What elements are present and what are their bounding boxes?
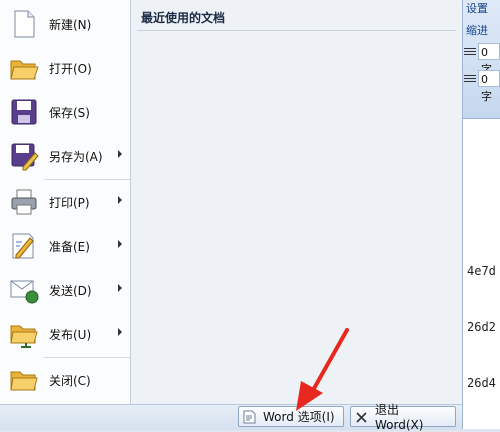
ribbon-tab-label[interactable]: 设置 [466, 0, 488, 16]
word-options-label: Word 选项(I) [263, 410, 335, 424]
menu-item-label: 发布(U) [49, 327, 92, 342]
menu-item-close[interactable]: 关闭(C) [0, 358, 130, 402]
menu-item-label: 关闭(C) [49, 373, 91, 388]
document-text-line: 26d4 [467, 376, 496, 390]
recent-documents-pane: 最近使用的文档 [131, 0, 462, 404]
menu-item-label: 新建(N) [49, 17, 92, 32]
menu-item-label: 发送(D) [49, 283, 92, 298]
menu-item-open[interactable]: 打开(O) [0, 46, 130, 90]
recent-documents-title: 最近使用的文档 [141, 11, 226, 25]
exit-word-button[interactable]: 退出 Word(X) [350, 403, 456, 432]
menu-item-new[interactable]: 新建(N) [0, 2, 130, 46]
document-text-line: 26d2 [467, 320, 496, 334]
word-options-button[interactable]: Word 选项(I) [238, 406, 344, 427]
menu-item-save-as[interactable]: 另存为(A) [0, 134, 130, 178]
menu-item-send[interactable]: 发送(D) [0, 268, 130, 312]
document-text-line: 4e7d [467, 264, 496, 278]
save-disk-icon [9, 97, 39, 127]
printer-icon [9, 187, 39, 217]
prepare-document-icon [9, 231, 39, 261]
menu-item-print[interactable]: 打印(P) [0, 180, 130, 224]
close-x-icon [355, 410, 368, 424]
new-document-icon [9, 9, 39, 39]
menu-item-publish[interactable]: 发布(U) [0, 312, 130, 356]
options-document-icon [243, 410, 256, 424]
menu-item-label: 保存(S) [49, 105, 90, 120]
submenu-arrow-icon [118, 284, 122, 292]
submenu-arrow-icon [118, 240, 122, 248]
indent-left-icon [464, 46, 476, 58]
send-mail-icon [9, 275, 39, 305]
menu-item-label: 准备(E) [49, 239, 90, 254]
menu-item-prepare[interactable]: 准备(E) [0, 224, 130, 268]
indent-left-spinner[interactable]: 0 字 [478, 43, 500, 76]
indent-label: 缩进 [466, 24, 488, 37]
menu-item-label: 打印(P) [49, 195, 90, 210]
menu-item-label: 打开(O) [49, 61, 92, 76]
office-menu: 最近使用的文档 新建(N) 打开(O) 保存(S) 另存为(A) 打印(P) 准… [0, 0, 463, 404]
open-folder-icon [9, 53, 39, 83]
indent-right-spinner[interactable]: 0 字 [478, 70, 500, 103]
recent-title-rule [137, 30, 456, 31]
save-as-icon [9, 141, 39, 171]
exit-word-label: 退出 Word(X) [375, 403, 424, 432]
submenu-arrow-icon [118, 196, 122, 204]
indent-right-icon [464, 73, 476, 85]
close-folder-icon [9, 365, 39, 395]
publish-folder-icon [9, 319, 39, 349]
submenu-arrow-icon [118, 150, 122, 158]
submenu-arrow-icon [118, 328, 122, 336]
menu-item-save[interactable]: 保存(S) [0, 90, 130, 134]
menu-item-label: 另存为(A) [49, 149, 103, 164]
